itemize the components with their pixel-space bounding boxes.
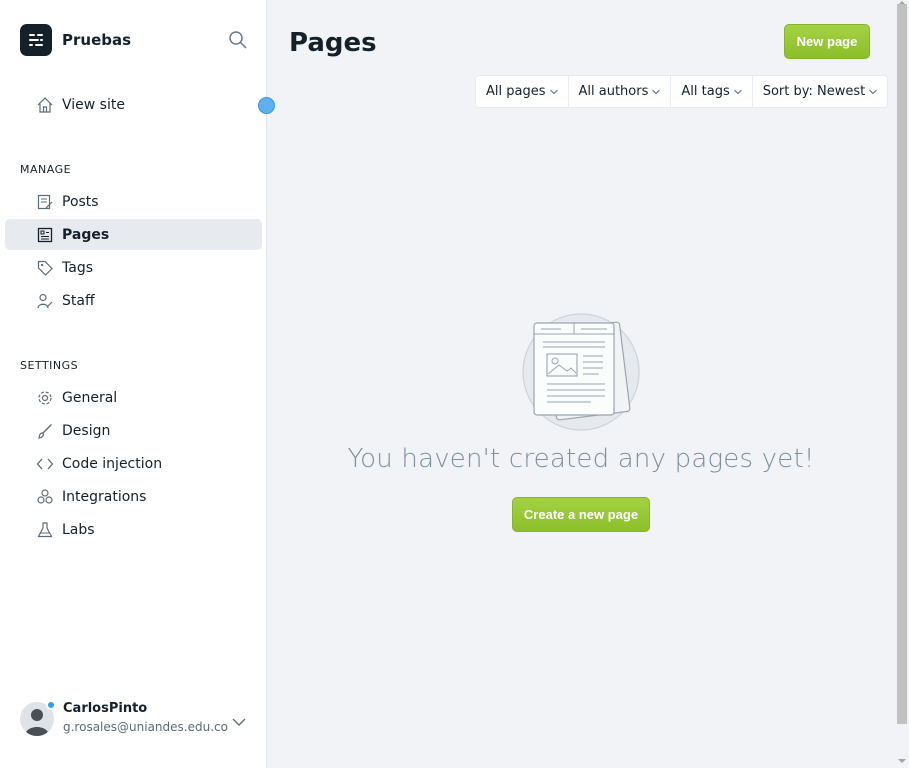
nav-label: Design bbox=[62, 422, 111, 439]
nav-integrations[interactable]: Integrations bbox=[5, 481, 262, 512]
user-email: g.rosales@uniandes.edu.co bbox=[63, 720, 228, 734]
integrations-icon bbox=[36, 488, 54, 506]
filter-type[interactable]: All pages bbox=[476, 76, 569, 107]
create-new-page-button[interactable]: Create a new page bbox=[512, 497, 650, 532]
nav-tags[interactable]: Tags bbox=[5, 252, 262, 283]
nav-pages[interactable]: Pages bbox=[5, 219, 262, 250]
chevron-down-icon bbox=[652, 89, 661, 94]
nav-label: General bbox=[62, 389, 118, 406]
nav-staff[interactable]: Staff bbox=[5, 285, 262, 316]
nav-posts[interactable]: Posts bbox=[5, 186, 262, 217]
home-icon bbox=[36, 96, 54, 114]
nav-label: View site bbox=[62, 96, 125, 113]
nav-label: Pages bbox=[62, 226, 110, 243]
section-manage-label: MANAGE bbox=[20, 163, 72, 176]
flask-icon bbox=[36, 521, 54, 539]
brush-icon bbox=[36, 422, 54, 440]
nav-labs[interactable]: Labs bbox=[5, 514, 262, 545]
search-icon[interactable] bbox=[228, 30, 248, 50]
ghost-logo-icon bbox=[20, 24, 52, 56]
nav-general[interactable]: General bbox=[5, 382, 262, 413]
chevron-down-icon[interactable] bbox=[232, 712, 246, 726]
sidebar: Pruebas View site MANAGE Posts Pages Tag… bbox=[0, 0, 275, 768]
nav-label: Integrations bbox=[62, 488, 147, 505]
nav-view-site[interactable]: View site bbox=[5, 89, 262, 120]
gear-icon bbox=[36, 389, 54, 407]
tag-icon bbox=[36, 259, 54, 277]
site-name: Pruebas bbox=[62, 31, 132, 49]
filter-author[interactable]: All authors bbox=[569, 76, 672, 107]
empty-pages-illustration bbox=[521, 312, 641, 432]
staff-icon bbox=[36, 292, 54, 310]
chevron-down-icon bbox=[549, 89, 558, 94]
page-title: Pages bbox=[289, 28, 377, 58]
chevron-down-icon bbox=[869, 89, 878, 94]
nav-label: Labs bbox=[62, 521, 95, 538]
scrollbar[interactable] bbox=[895, 0, 909, 768]
filter-bar: All pages All authors All tags Sort by: … bbox=[475, 75, 889, 108]
filter-sort[interactable]: Sort by: Newest bbox=[753, 76, 888, 107]
chevron-down-icon bbox=[733, 89, 742, 94]
pages-icon bbox=[36, 226, 54, 244]
filter-label: All tags bbox=[681, 84, 730, 99]
empty-state-message: You haven't created any pages yet! bbox=[347, 444, 815, 474]
nav-label: Code injection bbox=[62, 455, 163, 472]
brand[interactable]: Pruebas bbox=[20, 24, 131, 56]
section-settings-label: SETTINGS bbox=[20, 359, 79, 372]
filter-label: Sort by: Newest bbox=[762, 84, 866, 99]
filter-label: All pages bbox=[486, 84, 546, 99]
filter-label: All authors bbox=[578, 84, 649, 99]
filter-tag[interactable]: All tags bbox=[671, 76, 753, 107]
focus-indicator bbox=[258, 97, 275, 114]
code-icon bbox=[36, 455, 54, 473]
scroll-thumb[interactable] bbox=[897, 4, 907, 724]
nav-label: Staff bbox=[62, 292, 95, 309]
status-dot bbox=[46, 700, 56, 710]
scroll-down-icon[interactable] bbox=[898, 758, 906, 764]
posts-icon bbox=[36, 193, 54, 211]
new-page-button[interactable]: New page bbox=[784, 24, 870, 59]
nav-label: Tags bbox=[62, 259, 93, 276]
nav-label: Posts bbox=[62, 193, 99, 210]
nav-design[interactable]: Design bbox=[5, 415, 262, 446]
user-menu[interactable]: CarlosPinto g.rosales@uniandes.edu.co bbox=[20, 700, 250, 740]
nav-code-injection[interactable]: Code injection bbox=[5, 448, 262, 479]
user-name: CarlosPinto bbox=[63, 701, 148, 716]
